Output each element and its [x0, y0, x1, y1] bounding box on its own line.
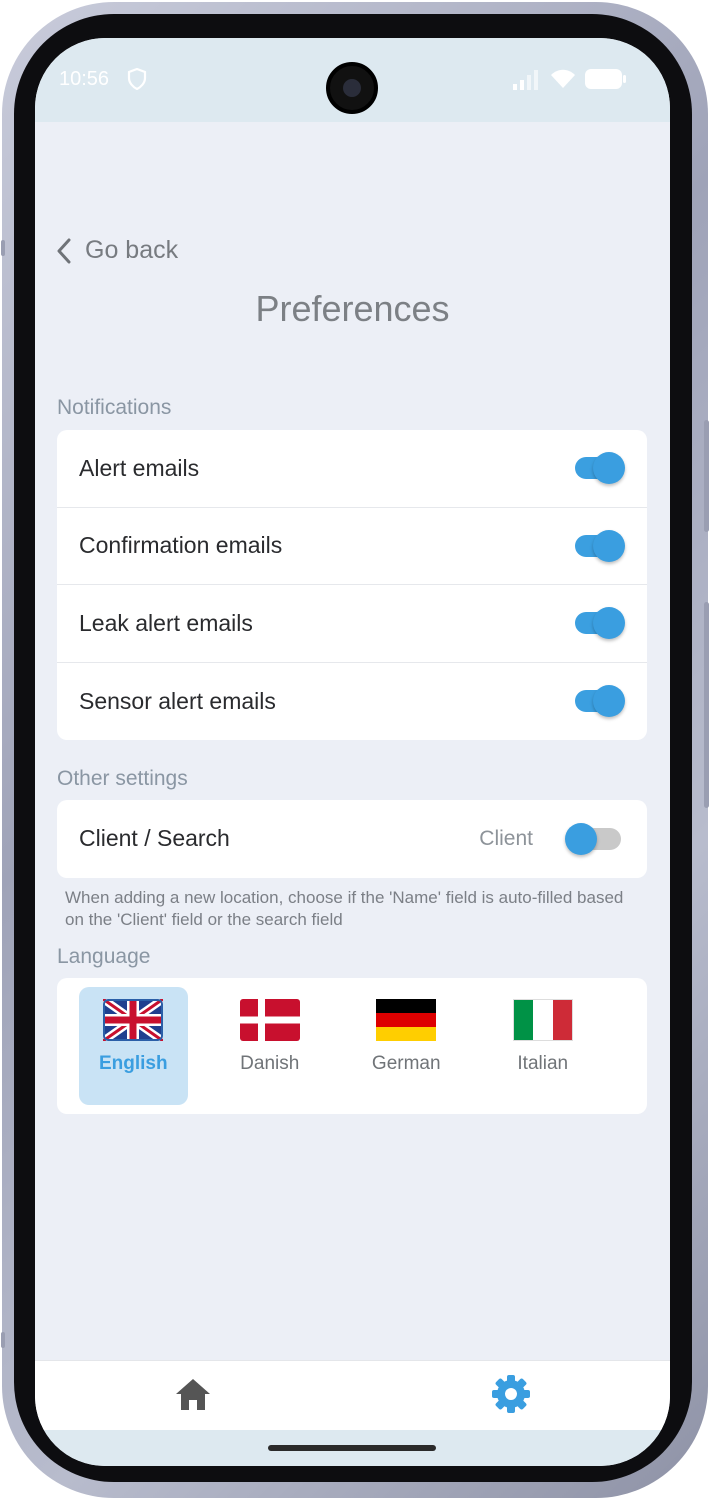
status-bar: 10:56: [35, 38, 670, 122]
toggle-knob: [593, 607, 625, 640]
go-back-label: Go back: [85, 236, 179, 264]
notifications-card: Alert emails Confirmation emails Leak al…: [57, 430, 647, 740]
toggle-knob: [593, 452, 625, 485]
language-option-english[interactable]: English: [79, 987, 188, 1105]
row-label: Leak alert emails: [79, 609, 253, 636]
notification-row-confirmation-emails: Confirmation emails: [57, 508, 647, 585]
other-settings-section-label: Other settings: [57, 767, 188, 790]
other-settings-card: Client / Search Client: [57, 800, 647, 878]
client-search-value: Client: [479, 826, 533, 850]
germany-flag-icon: [376, 999, 437, 1041]
italy-flag-icon: [512, 999, 573, 1041]
left-side-notch: [1, 240, 5, 256]
language-label: German: [371, 1053, 441, 1074]
language-option-italian[interactable]: Italian: [489, 987, 598, 1105]
alert-emails-toggle[interactable]: [575, 452, 625, 485]
front-camera: [326, 62, 378, 114]
power-button: [704, 602, 709, 808]
row-label: Client / Search: [79, 825, 230, 852]
client-search-controls: Client: [479, 822, 621, 855]
language-option-danish[interactable]: Danish: [216, 987, 325, 1105]
screen: 10:56 Go back Preferences Notifications …: [35, 38, 670, 1466]
row-label: Confirmation emails: [79, 532, 283, 559]
home-indicator[interactable]: [268, 1445, 436, 1451]
wifi-icon: [551, 69, 575, 88]
denmark-flag-icon: [239, 999, 300, 1041]
home-icon[interactable]: [173, 1375, 213, 1415]
confirmation-emails-toggle[interactable]: [575, 529, 625, 562]
volume-up-button: [704, 420, 709, 532]
go-back-button[interactable]: Go back: [55, 236, 178, 265]
language-section-label: Language: [57, 945, 151, 968]
notification-row-leak-alert-emails: Leak alert emails: [57, 585, 647, 663]
toggle-knob: [593, 529, 625, 562]
leak-alert-emails-toggle[interactable]: [575, 607, 625, 640]
language-label: English: [98, 1053, 168, 1074]
row-label: Alert emails: [79, 454, 200, 481]
toggle-knob: [565, 822, 597, 855]
sensor-alert-emails-toggle[interactable]: [575, 685, 625, 718]
shield-icon: [127, 68, 147, 90]
left-side-notch-bottom: [1, 1332, 5, 1348]
uk-flag-icon: [103, 999, 164, 1041]
gear-icon[interactable]: [490, 1373, 532, 1415]
notification-row-sensor-alert-emails: Sensor alert emails: [57, 663, 647, 741]
client-search-helper-text: When adding a new location, choose if th…: [65, 888, 624, 929]
language-label: Italian: [517, 1053, 569, 1074]
chevron-left-icon: [57, 238, 71, 263]
bottom-nav: [35, 1360, 670, 1430]
notifications-section-label: Notifications: [57, 396, 172, 419]
client-search-row: Client / Search Client: [57, 800, 647, 878]
home-indicator-area: [35, 1430, 670, 1466]
language-label: Danish: [240, 1053, 300, 1074]
toggle-knob: [593, 685, 625, 718]
client-search-toggle[interactable]: [565, 822, 621, 855]
page-title: Preferences: [255, 288, 450, 329]
language-option-german[interactable]: German: [352, 987, 461, 1105]
signal-icon: [513, 70, 538, 90]
status-time: 10:56: [59, 68, 110, 90]
battery-icon: [585, 69, 626, 89]
row-label: Sensor alert emails: [79, 687, 276, 714]
notification-row-alert-emails: Alert emails: [57, 430, 647, 508]
language-card: English Danish German Italian: [57, 978, 647, 1114]
